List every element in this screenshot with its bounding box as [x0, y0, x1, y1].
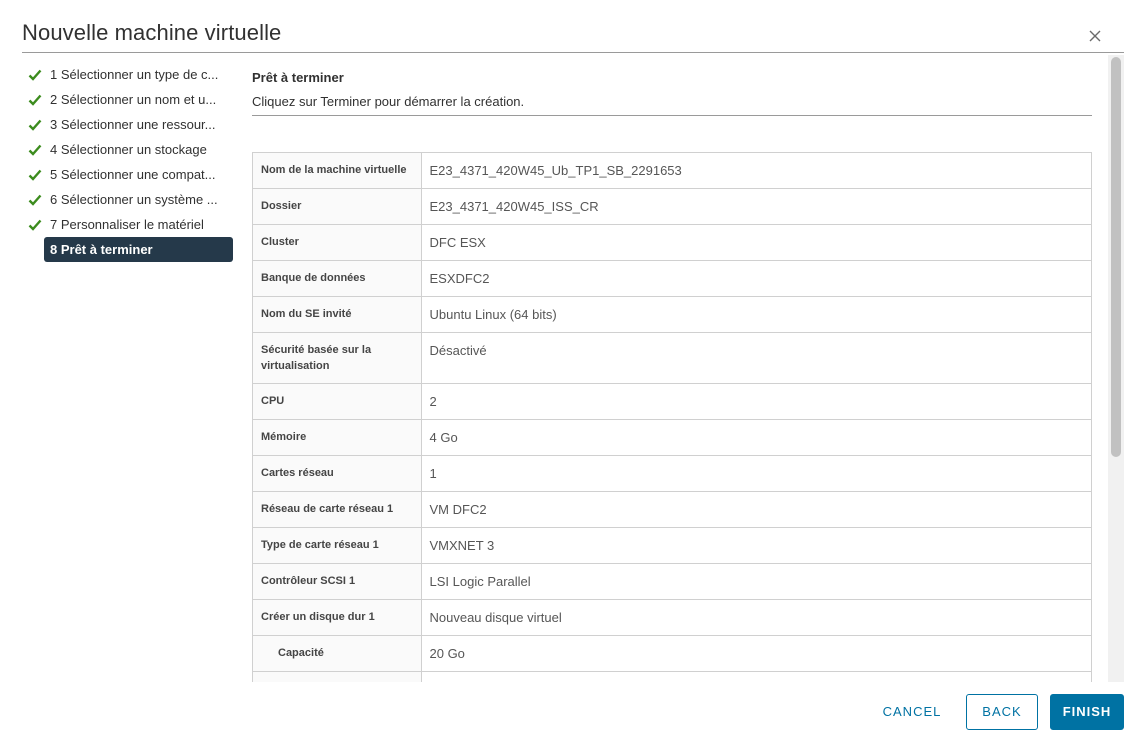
- step-label: 7 Personnaliser le matériel: [50, 217, 204, 232]
- step-4[interactable]: 4 Sélectionner un stockage: [26, 137, 236, 162]
- table-row: Cluster DFC ESX: [253, 224, 1091, 261]
- row-value: 4 Go: [421, 419, 1091, 456]
- row-value: DFC ESX: [421, 224, 1091, 261]
- step-label: 1 Sélectionner un type de c...: [50, 67, 219, 82]
- step-5[interactable]: 5 Sélectionner une compat...: [26, 162, 236, 187]
- row-value: Nouveau disque virtuel: [421, 599, 1091, 636]
- row-value: 2: [421, 383, 1091, 420]
- table-row: Réseau de carte réseau 1 VM DFC2: [253, 491, 1091, 528]
- row-value: ESXDFC2: [421, 260, 1091, 297]
- step-label: 2 Sélectionner un nom et u...: [50, 92, 217, 107]
- row-value: 1: [421, 455, 1091, 492]
- table-row: Nom du SE invité Ubuntu Linux (64 bits): [253, 296, 1091, 333]
- row-value: Ubuntu Linux (64 bits): [421, 296, 1091, 333]
- table-row: Nom de la machine virtuelle E23_4371_420W…: [253, 153, 1091, 189]
- wizard-steps: 1 Sélectionner un type de c... 2 Sélecti…: [26, 62, 236, 262]
- step-label: 8 Prêt à terminer: [50, 242, 153, 257]
- step-label: 4 Sélectionner un stockage: [50, 142, 207, 157]
- table-row: Capacité 20 Go: [253, 635, 1091, 672]
- row-value: VM DFC2: [421, 491, 1091, 528]
- row-key: Créer un disque dur 1: [253, 599, 422, 636]
- row-key: Cartes réseau: [253, 455, 422, 492]
- check-icon: [28, 194, 42, 206]
- title-divider: [22, 52, 1124, 53]
- table-row: CPU 2: [253, 383, 1091, 420]
- row-key: Cluster: [253, 224, 422, 261]
- row-key: Réseau de carte réseau 1: [253, 491, 422, 528]
- dialog-title: Nouvelle machine virtuelle: [22, 20, 282, 45]
- header-divider: [252, 115, 1092, 116]
- table-row: Type de carte réseau 1 VMXNET 3: [253, 527, 1091, 564]
- cancel-button[interactable]: CANCEL: [870, 694, 954, 730]
- close-icon[interactable]: [1086, 28, 1104, 46]
- step-label: 6 Sélectionner un système ...: [50, 192, 218, 207]
- row-key: Type de carte réseau 1: [253, 527, 422, 564]
- row-value: E23_4371_420W45_Ub_TP1_SB_2291653: [421, 153, 1091, 189]
- step-6[interactable]: 6 Sélectionner un système ...: [26, 187, 236, 212]
- step-label: 3 Sélectionner une ressour...: [50, 117, 216, 132]
- step-3[interactable]: 3 Sélectionner une ressour...: [26, 112, 236, 137]
- scrollbar-thumb[interactable]: [1111, 57, 1121, 457]
- finish-button[interactable]: FINISH: [1050, 694, 1124, 730]
- check-icon: [28, 144, 42, 156]
- step-label: 5 Sélectionner une compat...: [50, 167, 216, 182]
- row-key: Nom de la machine virtuelle: [253, 153, 422, 189]
- check-icon: [28, 169, 42, 181]
- check-icon: [28, 69, 42, 81]
- table-row: [253, 671, 1091, 682]
- row-key: Capacité: [253, 635, 422, 672]
- step-1[interactable]: 1 Sélectionner un type de c...: [26, 62, 236, 87]
- row-key: [253, 671, 422, 682]
- table-row: Dossier E23_4371_420W45_ISS_CR: [253, 188, 1091, 225]
- row-key: Banque de données: [253, 260, 422, 297]
- table-row: Cartes réseau 1: [253, 455, 1091, 492]
- row-value: E23_4371_420W45_ISS_CR: [421, 188, 1091, 225]
- row-value: LSI Logic Parallel: [421, 563, 1091, 600]
- check-icon: [28, 119, 42, 131]
- row-key: Contrôleur SCSI 1: [253, 563, 422, 600]
- scrollbar[interactable]: [1108, 55, 1124, 682]
- check-icon: [28, 94, 42, 106]
- row-value: VMXNET 3: [421, 527, 1091, 564]
- step-7[interactable]: 7 Personnaliser le matériel: [26, 212, 236, 237]
- summary-table: Nom de la machine virtuelle E23_4371_420W…: [252, 152, 1092, 682]
- table-row: Mémoire 4 Go: [253, 419, 1091, 456]
- row-key: Sécurité basée sur la virtualisation: [253, 332, 422, 384]
- content-header: Prêt à terminer Cliquez sur Terminer pou…: [252, 70, 1092, 109]
- section-description: Cliquez sur Terminer pour démarrer la cr…: [252, 94, 525, 109]
- section-title: Prêt à terminer: [252, 70, 344, 85]
- table-row: Contrôleur SCSI 1 LSI Logic Parallel: [253, 563, 1091, 600]
- table-row: Banque de données ESXDFC2: [253, 260, 1091, 297]
- row-key: CPU: [253, 383, 422, 420]
- row-key: Mémoire: [253, 419, 422, 456]
- row-value: 20 Go: [421, 635, 1091, 672]
- step-8-active[interactable]: 8 Prêt à terminer: [44, 237, 233, 262]
- row-value: Désactivé: [421, 332, 1091, 384]
- back-button[interactable]: BACK: [966, 694, 1038, 730]
- row-key: Nom du SE invité: [253, 296, 422, 333]
- row-key: Dossier: [253, 188, 422, 225]
- table-row: Sécurité basée sur la virtualisation Désa…: [253, 332, 1091, 384]
- check-icon: [28, 219, 42, 231]
- row-value: [421, 671, 1091, 682]
- table-row: Créer un disque dur 1 Nouveau disque virt…: [253, 599, 1091, 636]
- step-2[interactable]: 2 Sélectionner un nom et u...: [26, 87, 236, 112]
